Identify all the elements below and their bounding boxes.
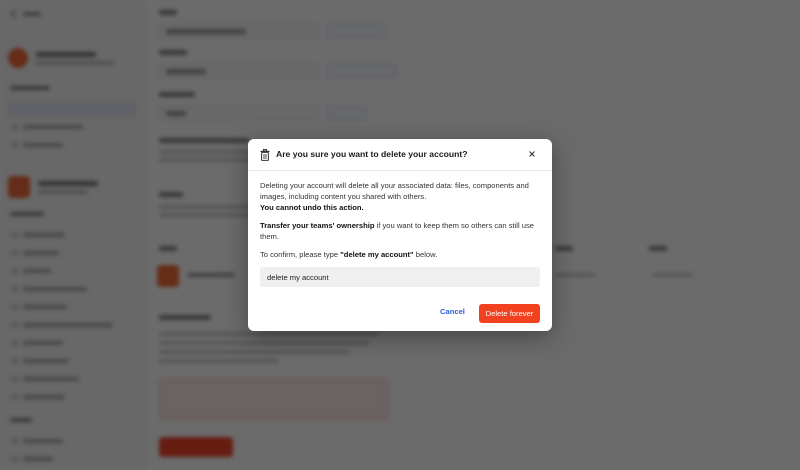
modal-header: Are you sure you want to delete your acc…: [248, 139, 552, 171]
confirm-prefix: To confirm, please type: [260, 250, 341, 259]
transfer-paragraph: Transfer your teams' ownership if you wa…: [260, 220, 540, 242]
warning-paragraph: Deleting your account will delete all yo…: [260, 180, 540, 213]
trash-icon: [260, 149, 270, 161]
confirm-suffix: below.: [413, 250, 438, 259]
confirm-instructions: To confirm, please type "delete my accou…: [260, 249, 540, 260]
delete-account-modal: Are you sure you want to delete your acc…: [248, 139, 552, 331]
close-icon[interactable]: [527, 149, 537, 159]
confirm-phrase: "delete my account": [340, 250, 414, 259]
confirm-input[interactable]: [260, 267, 540, 287]
transfer-ownership-text: Transfer your teams' ownership: [260, 221, 375, 230]
cancel-button[interactable]: Cancel: [440, 307, 465, 316]
undo-warning: You cannot undo this action.: [260, 203, 364, 212]
delete-forever-button[interactable]: Delete forever: [479, 304, 540, 323]
warning-text: Deleting your account will delete all yo…: [260, 181, 529, 201]
modal-title: Are you sure you want to delete your acc…: [276, 149, 468, 159]
